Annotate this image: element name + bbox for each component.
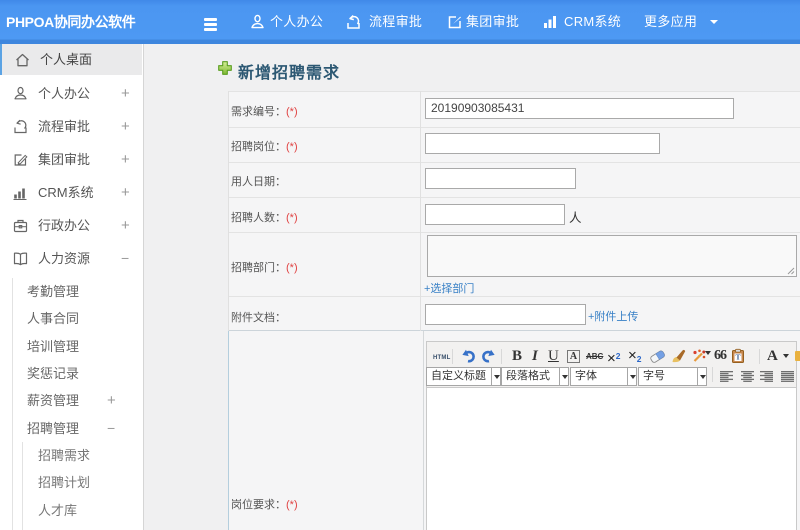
svg-text:T: T — [735, 353, 740, 362]
